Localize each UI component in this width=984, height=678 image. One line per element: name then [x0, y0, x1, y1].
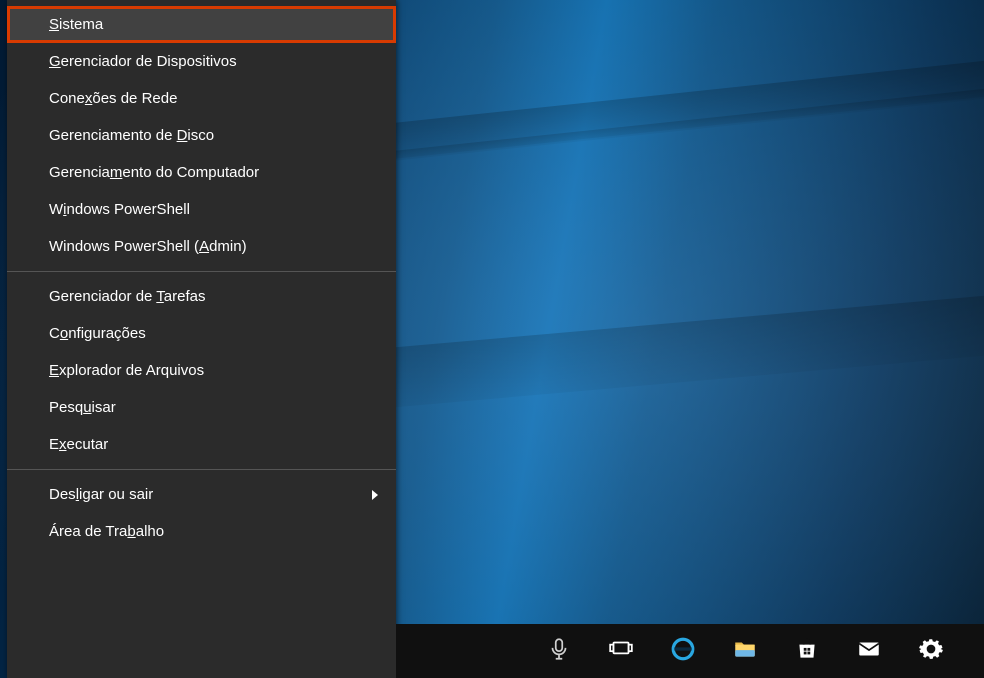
winx-item-2-0[interactable]: Desligar ou sair: [7, 476, 396, 513]
menu-label-accelerator: G: [49, 53, 61, 70]
wallpaper-beam: [370, 291, 984, 410]
menu-label-post: erenciador de Dispositivos: [61, 53, 237, 70]
edge-button[interactable]: [652, 624, 714, 678]
menu-label-post: nfigurações: [68, 325, 146, 342]
menu-label-pre: C: [49, 325, 60, 342]
winx-item-2-1[interactable]: Área de Trabalho: [7, 513, 396, 550]
menu-label-post: igar ou sair: [79, 486, 153, 503]
menu-label-accelerator: u: [83, 399, 91, 416]
store-button[interactable]: [776, 624, 838, 678]
menu-label-post: ento do Computador: [122, 164, 259, 181]
menu-label-accelerator: E: [49, 362, 59, 379]
menu-label-pre: Windows PowerShell (: [49, 238, 199, 255]
menu-label-pre: Gerencia: [49, 164, 110, 181]
menu-label-post: isco: [187, 127, 214, 144]
winx-item-0-0[interactable]: Sistema: [7, 6, 396, 43]
store-icon: [794, 636, 820, 667]
mail-button[interactable]: [838, 624, 900, 678]
menu-label-pre: Cone: [49, 90, 85, 107]
microphone-icon: [546, 636, 572, 667]
winx-item-1-2[interactable]: Explorador de Arquivos: [7, 352, 396, 389]
menu-separator: [7, 469, 396, 470]
taskview-icon: [608, 636, 634, 667]
menu-label-post: xplorador de Arquivos: [59, 362, 204, 379]
mail-icon: [856, 636, 882, 667]
menu-label-pre: E: [49, 436, 59, 453]
menu-label-post: alho: [136, 523, 164, 540]
winx-power-menu: SistemaGerenciador de DispositivosConexõ…: [7, 0, 396, 678]
menu-label-post: isar: [92, 399, 116, 416]
menu-label-post: ndows PowerShell: [67, 201, 190, 218]
gear-icon: [918, 636, 944, 667]
menu-label-post: dmin): [209, 238, 247, 255]
file-explorer-button[interactable]: [714, 624, 776, 678]
menu-label-accelerator: A: [199, 238, 209, 255]
winx-item-1-4[interactable]: Executar: [7, 426, 396, 463]
menu-label-pre: W: [49, 201, 63, 218]
task-view-button[interactable]: [590, 624, 652, 678]
winx-item-1-0[interactable]: Gerenciador de Tarefas: [7, 278, 396, 315]
settings-button[interactable]: [900, 624, 962, 678]
menu-label-accelerator: S: [49, 16, 59, 33]
menu-label-post: istema: [59, 16, 103, 33]
menu-label-pre: Gerenciador de: [49, 288, 156, 305]
winx-item-1-3[interactable]: Pesquisar: [7, 389, 396, 426]
menu-separator: [7, 271, 396, 272]
menu-label-accelerator: T: [156, 288, 164, 305]
menu-label-accelerator: b: [127, 523, 135, 540]
folder-icon: [732, 636, 758, 667]
menu-label-post: ões de Rede: [92, 90, 177, 107]
taskbar: [396, 624, 984, 678]
menu-label-accelerator: m: [110, 164, 123, 181]
winx-item-0-5[interactable]: Windows PowerShell: [7, 191, 396, 228]
menu-label-post: arefas: [164, 288, 206, 305]
winx-item-0-2[interactable]: Conexões de Rede: [7, 80, 396, 117]
menu-label-accelerator: o: [60, 325, 68, 342]
menu-label-pre: Pesq: [49, 399, 83, 416]
menu-label-pre: Gerenciamento de: [49, 127, 177, 144]
winx-item-0-4[interactable]: Gerenciamento do Computador: [7, 154, 396, 191]
winx-item-1-1[interactable]: Configurações: [7, 315, 396, 352]
menu-label-pre: Des: [49, 486, 76, 503]
menu-label-post: ecutar: [67, 436, 109, 453]
menu-label-accelerator: D: [177, 127, 188, 144]
menu-label-accelerator: x: [59, 436, 67, 453]
edge-icon: [670, 636, 696, 667]
menu-label-pre: Área de Tra: [49, 523, 127, 540]
winx-item-0-6[interactable]: Windows PowerShell (Admin): [7, 228, 396, 265]
winx-item-0-1[interactable]: Gerenciador de Dispositivos: [7, 43, 396, 80]
cortana-button[interactable]: [528, 624, 590, 678]
winx-item-0-3[interactable]: Gerenciamento de Disco: [7, 117, 396, 154]
